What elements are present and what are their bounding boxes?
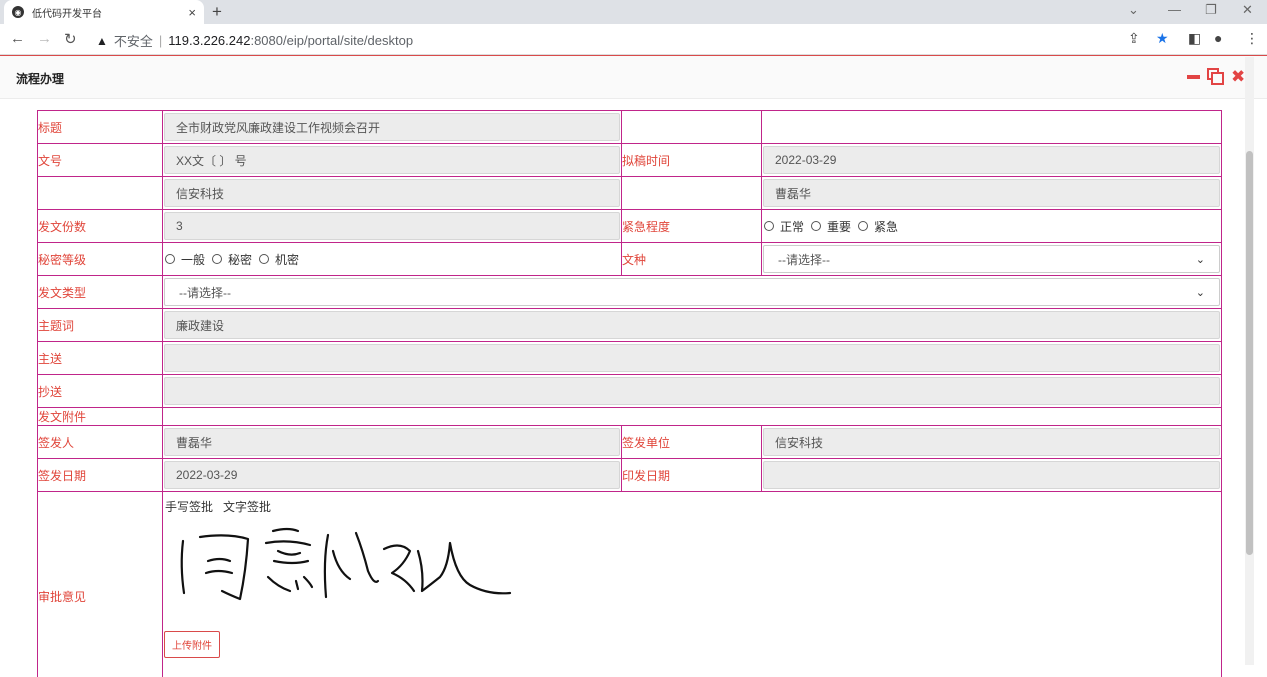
browser-tab[interactable]: ◉ 低代码开发平台 ×	[4, 0, 204, 24]
document-form: 标题 全市财政党风廉政建设工作视频会召开 文号 XX文〔 〕 号 拟稿时间 20…	[37, 110, 1222, 677]
to-field[interactable]	[164, 344, 1220, 372]
workflow-dialog: 流程办理 ✖ 标题 全市财政党风廉政建设工作视频会召开 文号 XX文〔 〕 号 …	[0, 55, 1267, 676]
person-field[interactable]: 曹磊华	[763, 179, 1220, 207]
urgency-label: 紧急程度	[622, 210, 762, 243]
to-label: 主送	[38, 342, 163, 375]
handwrite-link[interactable]: 手写签批	[165, 500, 213, 514]
secret-radio-group: 一般 秘密 机密	[163, 251, 621, 268]
radio-label: 机密	[275, 251, 299, 268]
attach-cell	[163, 408, 1222, 426]
sign-date-field[interactable]: 2022-03-29	[164, 461, 620, 489]
side-panel-icon[interactable]: ◧	[1188, 30, 1201, 47]
dialog-title: 流程办理	[16, 70, 64, 87]
browser-menu-icon[interactable]: ⋮	[1245, 30, 1259, 47]
sign-unit-label: 签发单位	[622, 426, 762, 459]
print-date-label: 印发日期	[622, 459, 762, 492]
radio-label: 一般	[181, 251, 205, 268]
minimize-window-icon[interactable]: —	[1168, 2, 1181, 17]
close-window-icon[interactable]: ✕	[1242, 2, 1253, 18]
secret-radio-secret[interactable]: 秘密	[212, 251, 252, 268]
radio-label: 重要	[827, 218, 851, 235]
browser-tab-bar: ◉ 低代码开发平台 × + ⌄ — ❐ ✕	[0, 0, 1267, 24]
upload-attachment-button[interactable]: 上传附件	[164, 631, 220, 658]
urgency-radio-urgent[interactable]: 紧急	[858, 218, 898, 235]
bookmark-star-icon[interactable]: ★	[1156, 30, 1169, 47]
minimize-icon[interactable]	[1187, 75, 1200, 79]
sendtype-label: 发文类型	[38, 276, 163, 309]
dialog-header: 流程办理 ✖	[0, 56, 1267, 99]
tab-close-icon[interactable]: ×	[188, 5, 196, 20]
cc-label: 抄送	[38, 375, 163, 408]
forward-arrow-icon[interactable]: →	[37, 30, 52, 47]
chevron-down-icon: ⌄	[1196, 286, 1205, 299]
close-icon[interactable]: ✖	[1231, 67, 1245, 87]
print-date-field[interactable]	[763, 461, 1220, 489]
back-arrow-icon[interactable]: ←	[10, 30, 25, 47]
text-sign-link[interactable]: 文字签批	[223, 500, 271, 514]
secret-label: 秘密等级	[38, 243, 163, 276]
new-tab-button[interactable]: +	[212, 2, 222, 22]
empty-cell	[38, 177, 163, 210]
docno-field[interactable]: XX文〔 〕 号	[164, 146, 620, 174]
draft-time-field[interactable]: 2022-03-29	[763, 146, 1220, 174]
radio-label: 正常	[780, 218, 804, 235]
scrollbar-thumb[interactable]	[1246, 151, 1253, 555]
share-icon[interactable]: ⇪	[1128, 30, 1140, 47]
reload-icon[interactable]: ↻	[64, 30, 77, 48]
keyword-field[interactable]: 廉政建设	[164, 311, 1220, 339]
empty-cell	[622, 111, 762, 144]
copies-field[interactable]: 3	[164, 212, 620, 240]
vertical-scrollbar[interactable]	[1245, 57, 1254, 665]
keyword-label: 主题词	[38, 309, 163, 342]
sign-unit-field[interactable]: 信安科技	[763, 428, 1220, 456]
urgency-radio-group: 正常 重要 紧急	[762, 218, 1221, 235]
cc-field[interactable]	[164, 377, 1220, 405]
docno-label: 文号	[38, 144, 163, 177]
tab-title: 低代码开发平台	[32, 5, 188, 20]
title-label: 标题	[38, 111, 163, 144]
doctype-label: 文种	[622, 243, 762, 276]
url-separator: |	[159, 33, 162, 48]
empty-cell	[622, 177, 762, 210]
doctype-select[interactable]: --请选择-- ⌄	[763, 245, 1220, 273]
url-path: :8080/eip/portal/site/desktop	[250, 33, 413, 48]
draft-time-label: 拟稿时间	[622, 144, 762, 177]
radio-label: 秘密	[228, 251, 252, 268]
doctype-selected: --请选择--	[778, 251, 830, 268]
signer-label: 签发人	[38, 426, 163, 459]
sign-date-label: 签发日期	[38, 459, 163, 492]
approve-mode-links: 手写签批文字签批	[163, 492, 1221, 521]
url-host: 119.3.226.242	[168, 33, 250, 48]
title-field[interactable]: 全市财政党风廉政建设工作视频会召开	[164, 113, 620, 141]
profile-avatar-icon[interactable]: ●	[1214, 30, 1222, 46]
warning-icon: ▲	[96, 34, 108, 48]
empty-cell	[762, 111, 1222, 144]
dialog-body: 标题 全市财政党风廉政建设工作视频会召开 文号 XX文〔 〕 号 拟稿时间 20…	[0, 100, 1267, 677]
secret-radio-confidential[interactable]: 机密	[259, 251, 299, 268]
url-field[interactable]: ▲ 不安全 | 119.3.226.242 :8080/eip/portal/s…	[96, 31, 413, 50]
signer-field[interactable]: 曹磊华	[164, 428, 620, 456]
attach-label: 发文附件	[38, 408, 163, 426]
urgency-radio-normal[interactable]: 正常	[764, 218, 804, 235]
tab-search-icon[interactable]: ⌄	[1128, 2, 1139, 18]
copies-label: 发文份数	[38, 210, 163, 243]
radio-label: 紧急	[874, 218, 898, 235]
address-bar: ← → ↻ ▲ 不安全 | 119.3.226.242 :8080/eip/po…	[0, 24, 1267, 55]
chevron-down-icon: ⌄	[1196, 253, 1205, 266]
approve-label: 审批意见	[38, 492, 163, 677]
handwritten-signature	[178, 521, 578, 621]
maximize-icon[interactable]	[1207, 68, 1225, 86]
urgency-radio-important[interactable]: 重要	[811, 218, 851, 235]
secret-radio-general[interactable]: 一般	[165, 251, 205, 268]
org-field[interactable]: 信安科技	[164, 179, 620, 207]
insecure-label: 不安全	[114, 31, 153, 50]
sendtype-select[interactable]: --请选择-- ⌄	[164, 278, 1220, 306]
globe-icon: ◉	[12, 6, 24, 18]
sendtype-selected: --请选择--	[179, 284, 231, 301]
restore-window-icon[interactable]: ❐	[1205, 2, 1217, 18]
